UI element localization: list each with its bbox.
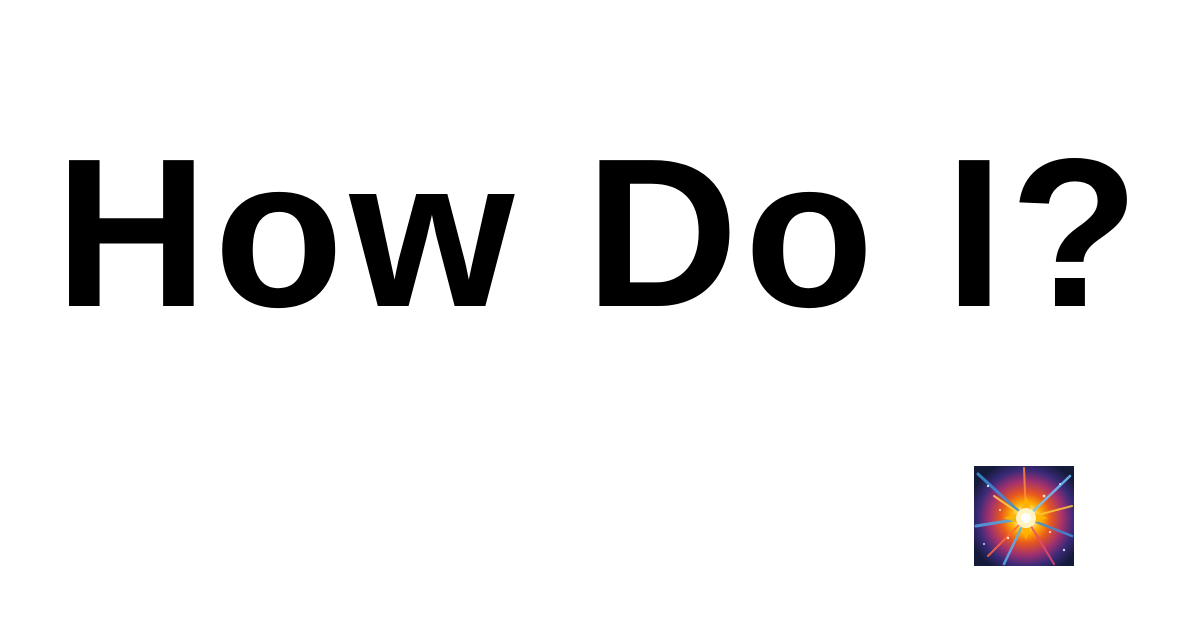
colorful-explosion-icon bbox=[974, 466, 1074, 566]
headline: How Do I? bbox=[54, 114, 1146, 351]
explosion-logo bbox=[974, 466, 1074, 566]
